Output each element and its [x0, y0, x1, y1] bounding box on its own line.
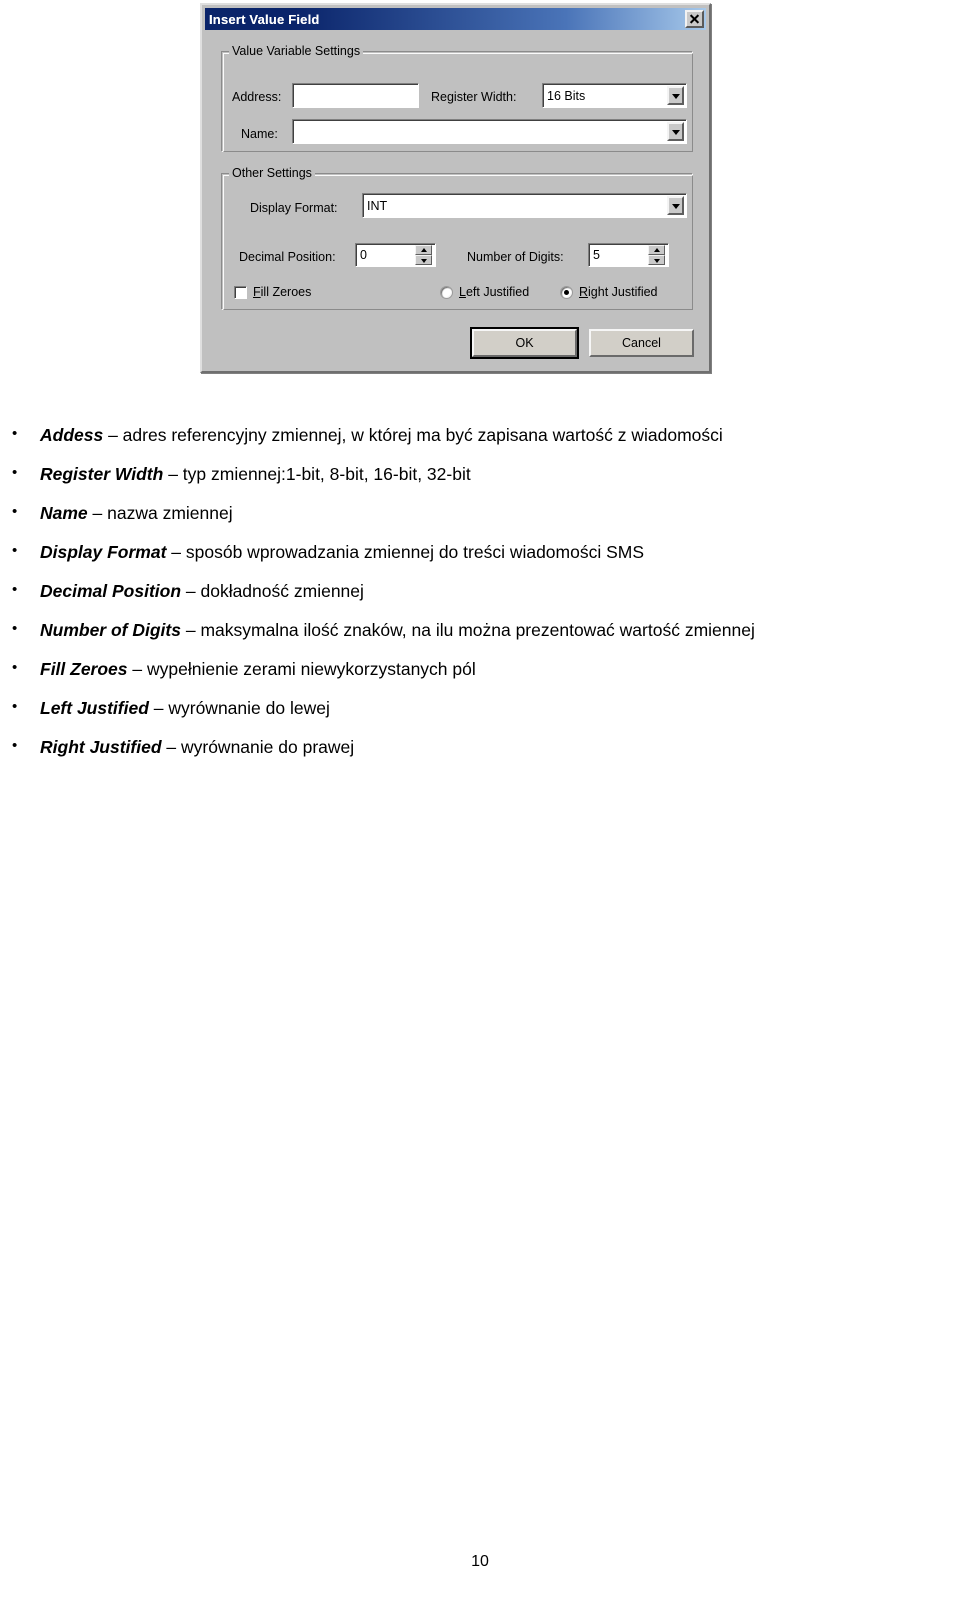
- decimal-position-label: Decimal Position:: [239, 250, 336, 264]
- dialog-frame: Insert Value Field Value Variable Settin…: [200, 3, 711, 373]
- right-justified-radio[interactable]: [560, 285, 573, 299]
- chevron-down-icon[interactable]: [667, 86, 684, 105]
- list-item: Register Width – typ zmiennej:1-bit, 8-b…: [0, 462, 960, 485]
- bullet-term: Addess: [40, 425, 104, 445]
- register-width-combobox[interactable]: 16 Bits: [542, 83, 687, 108]
- left-justified-radio-row[interactable]: Left Justified: [440, 285, 529, 299]
- bullet-desc: – adres referencyjny zmiennej, w której …: [103, 425, 723, 445]
- decimal-position-value: 0: [360, 248, 367, 262]
- display-format-value: INT: [367, 198, 388, 213]
- list-item: Number of Digits – maksymalna ilość znak…: [0, 618, 960, 641]
- stepper-up-icon[interactable]: [415, 245, 432, 255]
- fill-zeroes-checkbox[interactable]: [234, 285, 247, 299]
- address-label: Address:: [232, 90, 282, 104]
- close-icon[interactable]: [685, 10, 704, 28]
- fill-zeroes-label: Fill Zeroes: [253, 285, 312, 299]
- number-of-digits-stepper[interactable]: [648, 245, 665, 265]
- chevron-down-icon[interactable]: [667, 122, 684, 141]
- list-item: Name – nazwa zmiennej: [0, 501, 960, 524]
- parameter-description-list: Addess – adres referencyjny zmiennej, w …: [0, 423, 960, 775]
- name-combobox[interactable]: [292, 119, 687, 144]
- list-item: Display Format – sposób wprowadzania zmi…: [0, 540, 960, 563]
- group-other-settings-legend: Other Settings: [229, 166, 315, 180]
- bullet-term: Register Width: [40, 464, 164, 484]
- bullet-term: Number of Digits: [40, 620, 181, 640]
- ok-button-label: OK: [515, 336, 534, 350]
- display-format-label: Display Format:: [250, 201, 338, 215]
- left-justified-label: Left Justified: [459, 285, 530, 299]
- insert-value-field-dialog: Insert Value Field Value Variable Settin…: [200, 3, 711, 373]
- bullet-desc: – maksymalna ilość znaków, na ilu można …: [180, 620, 755, 640]
- cancel-button-label: Cancel: [622, 336, 661, 350]
- register-width-value: 16 Bits: [547, 88, 586, 103]
- name-label: Name:: [241, 127, 278, 141]
- bullet-term: Right Justified: [40, 737, 162, 757]
- list-item: Left Justified – wyrównanie do lewej: [0, 696, 960, 719]
- chevron-down-icon[interactable]: [667, 196, 684, 215]
- list-item: Addess – adres referencyjny zmiennej, w …: [0, 423, 960, 446]
- fill-zeroes-checkbox-row[interactable]: Fill Zeroes: [234, 285, 311, 299]
- left-justified-radio[interactable]: [440, 285, 453, 299]
- bullet-desc: – typ zmiennej:1-bit, 8-bit, 16-bit, 32-…: [163, 464, 471, 484]
- display-format-combobox[interactable]: INT: [362, 193, 687, 218]
- stepper-down-icon[interactable]: [415, 255, 432, 265]
- dialog-title: Insert Value Field: [209, 11, 320, 27]
- cancel-button[interactable]: Cancel: [589, 329, 694, 357]
- right-justified-radio-row[interactable]: Right Justified: [560, 285, 658, 299]
- bullet-desc: – wyrównanie do prawej: [161, 737, 355, 757]
- bullet-desc: – dokładność zmiennej: [181, 581, 364, 601]
- list-item: Fill Zeroes – wypełnienie zerami niewyko…: [0, 657, 960, 680]
- address-input[interactable]: [292, 83, 419, 108]
- page-number: 10: [471, 1553, 489, 1570]
- stepper-up-icon[interactable]: [648, 245, 665, 255]
- bullet-term: Left Justified: [40, 698, 149, 718]
- bullet-term: Fill Zeroes: [40, 659, 128, 679]
- bullet-term: Name: [40, 503, 88, 523]
- list-item: Right Justified – wyrównanie do prawej: [0, 735, 960, 758]
- ok-button[interactable]: OK: [470, 327, 579, 359]
- bullet-desc: – wyrównanie do lewej: [148, 698, 330, 718]
- bullet-term: Display Format: [40, 542, 167, 562]
- dialog-titlebar[interactable]: Insert Value Field: [205, 8, 706, 30]
- number-of-digits-value: 5: [593, 248, 600, 262]
- bullet-desc: – nazwa zmiennej: [87, 503, 233, 523]
- bullet-desc: – wypełnienie zerami niewykorzystanych p…: [127, 659, 476, 679]
- bullet-term: Decimal Position: [40, 581, 182, 601]
- decimal-position-stepper[interactable]: [415, 245, 432, 265]
- group-value-variable-settings-legend: Value Variable Settings: [229, 44, 364, 58]
- list-item: Decimal Position – dokładność zmiennej: [0, 579, 960, 602]
- number-of-digits-label: Number of Digits:: [467, 250, 564, 264]
- bullet-desc: – sposób wprowadzania zmiennej do treści…: [166, 542, 645, 562]
- right-justified-label: Right Justified: [579, 285, 658, 299]
- register-width-label: Register Width:: [431, 90, 517, 104]
- stepper-down-icon[interactable]: [648, 255, 665, 265]
